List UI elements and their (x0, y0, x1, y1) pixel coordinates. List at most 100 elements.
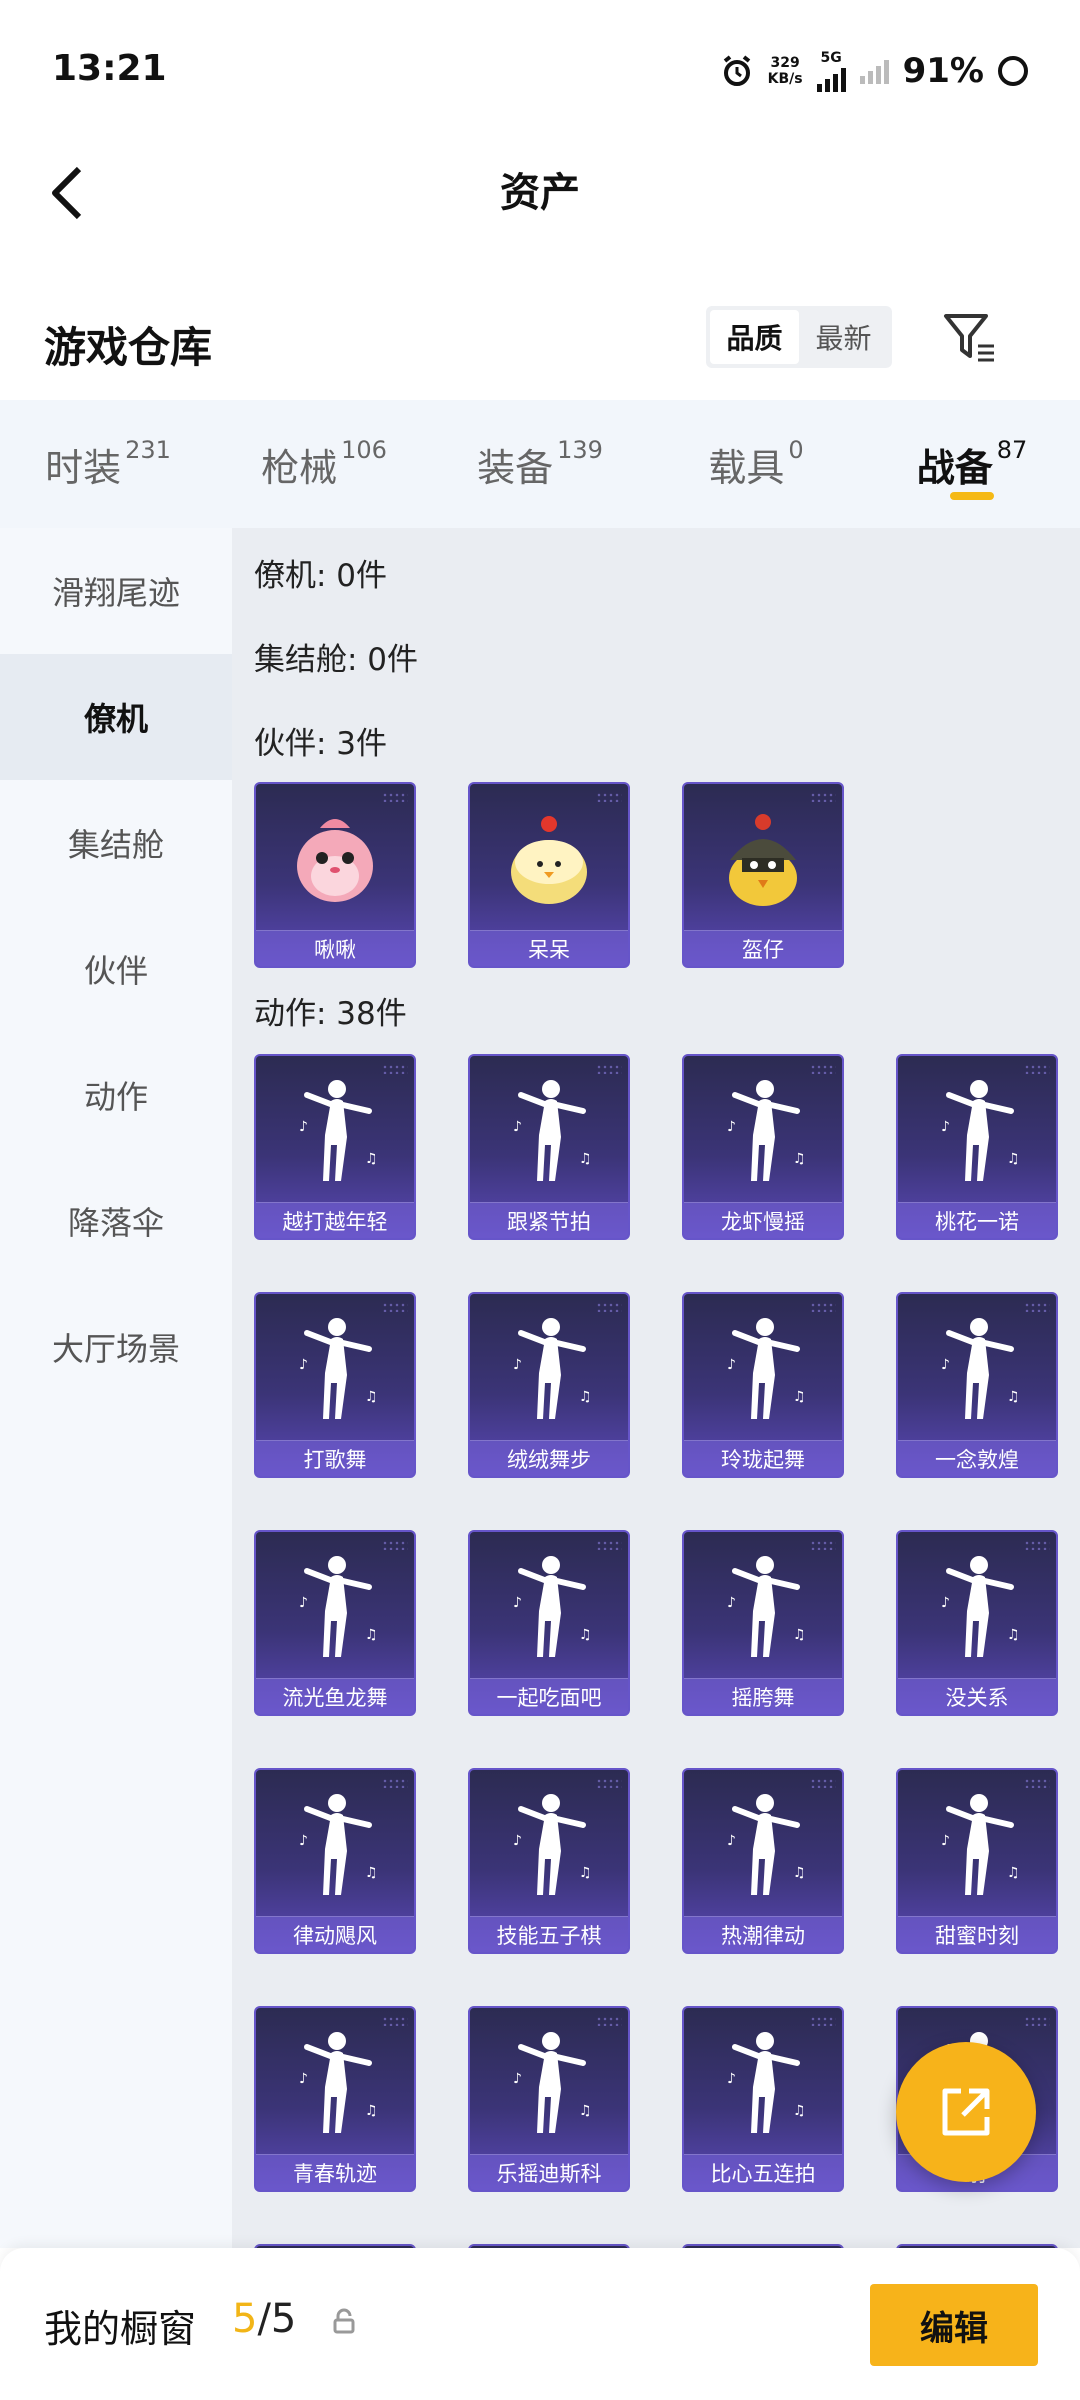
tab-firearms[interactable]: 枪械 106 (216, 400, 432, 528)
action-card[interactable]: ♪ ♫ 没关系 (896, 1530, 1058, 1716)
action-card[interactable]: ♪ ♫ 律动飓风 (254, 1768, 416, 1954)
partner-name: 呆呆 (470, 930, 628, 966)
svg-text:♪: ♪ (513, 2071, 522, 2087)
action-image: ♪♫ (684, 1294, 842, 1444)
sidebar-item-glide-trail[interactable]: 滑翔尾迹 (0, 528, 232, 654)
tab-fashion[interactable]: 时装 231 (0, 400, 216, 528)
dancer-figure-icon: ♪♫ (513, 2032, 592, 2133)
svg-text:♪: ♪ (299, 1357, 308, 1373)
dancer-figure-icon: ♪♫ (727, 1794, 806, 1895)
action-card[interactable]: ♪ ♫ 打歌舞 (254, 1292, 416, 1478)
tab-vehicles[interactable]: 载具 0 (648, 400, 864, 528)
alarm-icon (720, 54, 754, 88)
dancer-figure-icon: ♪♫ (299, 1080, 378, 1181)
action-image: ♪♫ (898, 1770, 1056, 1920)
action-name: 越打越年轻 (256, 1202, 414, 1238)
sort-newest-button[interactable]: 最新 (799, 310, 888, 364)
action-image: ♪♫ (470, 1532, 628, 1682)
svg-text:♪: ♪ (941, 1357, 950, 1373)
svg-text:♫: ♫ (793, 1389, 806, 1405)
content-area: 僚机: 0件 集结舱: 0件 伙伴: 3件 啾啾 呆呆 盔仔 动作: 38件 ♪… (232, 528, 1080, 2248)
action-card[interactable]: ♪ ♫ 龙虾慢摇 (682, 1054, 844, 1240)
action-name: 摇胯舞 (684, 1678, 842, 1714)
action-card[interactable]: ♪ ♫ 一念敦煌 (896, 1292, 1058, 1478)
action-image: ♪♫ (470, 1770, 628, 1920)
action-card[interactable]: ♪ ♫ 技能五子棋 (468, 1768, 630, 1954)
bottom-bar: 我的橱窗 5/5 编辑 (0, 2248, 1080, 2400)
svg-text:♪: ♪ (727, 1357, 736, 1373)
svg-text:♪: ♪ (299, 2071, 308, 2087)
action-name: 技能五子棋 (470, 1916, 628, 1952)
action-card[interactable]: ♪ ♫ 流光鱼龙舞 (254, 1530, 416, 1716)
action-name: 比心五连拍 (684, 2154, 842, 2190)
action-image: ♪♫ (684, 2008, 842, 2158)
action-name: 一起吃面吧 (470, 1678, 628, 1714)
section-action-label: 动作: 38件 (254, 996, 407, 1032)
action-card[interactable]: ♪ ♫ 绒绒舞步 (468, 1292, 630, 1478)
action-card[interactable]: ♪ ♫ 越打越年轻 (254, 1054, 416, 1240)
showcase-count: 5/5 (232, 2296, 297, 2342)
share-button[interactable] (896, 2042, 1036, 2182)
dancer-figure-icon: ♪♫ (727, 2032, 806, 2133)
svg-text:♫: ♫ (793, 2103, 806, 2119)
network-type: 5G (816, 50, 846, 92)
svg-text:♫: ♫ (793, 1627, 806, 1643)
svg-text:♫: ♫ (793, 1865, 806, 1881)
svg-text:♫: ♫ (579, 2103, 592, 2119)
svg-text:♪: ♪ (299, 1595, 308, 1611)
action-image: ♪♫ (684, 1770, 842, 1920)
sort-quality-button[interactable]: 品质 (710, 310, 799, 364)
svg-text:♪: ♪ (727, 1595, 736, 1611)
partner-name: 盔仔 (684, 930, 842, 966)
action-name: 打歌舞 (256, 1440, 414, 1476)
action-name: 玲珑起舞 (684, 1440, 842, 1476)
tab-equipment[interactable]: 装备 139 (432, 400, 648, 528)
warehouse-title: 游戏仓库 (44, 323, 213, 372)
partner-card[interactable]: 啾啾 (254, 782, 416, 968)
signal-icon (816, 66, 846, 92)
sidebar-item-lobby-scene[interactable]: 大厅场景 (0, 1284, 232, 1410)
action-name: 龙虾慢摇 (684, 1202, 842, 1238)
svg-text:♫: ♫ (793, 1151, 806, 1167)
svg-text:♫: ♫ (579, 1151, 592, 1167)
action-card[interactable]: ♪ ♫ 玲珑起舞 (682, 1292, 844, 1478)
page-title: 资产 (500, 170, 580, 216)
action-card[interactable]: ♪ ♫ 乐摇迪斯科 (468, 2006, 630, 2192)
action-name: 桃花一诺 (898, 1202, 1056, 1238)
sidebar-item-parachute[interactable]: 降落伞 (0, 1158, 232, 1284)
action-image: ♪♫ (898, 1532, 1056, 1682)
svg-text:♪: ♪ (727, 1119, 736, 1135)
tab-battle-prep[interactable]: 战备 87 (864, 400, 1080, 528)
action-card[interactable]: ♪ ♫ 比心五连拍 (682, 2006, 844, 2192)
title-bar: 资产 (0, 140, 1080, 250)
svg-text:♫: ♫ (1007, 1865, 1020, 1881)
action-card[interactable]: ♪ ♫ 桃花一诺 (896, 1054, 1058, 1240)
action-card[interactable]: ♪ ♫ 甜蜜时刻 (896, 1768, 1058, 1954)
action-image: ♪♫ (470, 2008, 628, 2158)
section-rally-label: 集结舱: 0件 (254, 642, 419, 678)
partner-card[interactable]: 呆呆 (468, 782, 630, 968)
edit-button[interactable]: 编辑 (870, 2284, 1038, 2366)
action-name: 热潮律动 (684, 1916, 842, 1952)
dancer-figure-icon: ♪♫ (513, 1318, 592, 1419)
dancer-figure-icon: ♪♫ (727, 1318, 806, 1419)
action-image: ♪♫ (898, 1294, 1056, 1444)
action-card[interactable]: ♪ ♫ 一起吃面吧 (468, 1530, 630, 1716)
action-card[interactable]: ♪ ♫ 摇胯舞 (682, 1530, 844, 1716)
filter-button[interactable] (940, 310, 1000, 366)
sidebar-item-partner[interactable]: 伙伴 (0, 906, 232, 1032)
lock-icon (332, 2308, 356, 2334)
partner-card[interactable]: 盔仔 (682, 782, 844, 968)
action-card[interactable]: ♪ ♫ 青春轨迹 (254, 2006, 416, 2192)
sidebar-item-action[interactable]: 动作 (0, 1032, 232, 1158)
action-image: ♪♫ (684, 1056, 842, 1206)
action-name: 青春轨迹 (256, 2154, 414, 2190)
sidebar-item-rally-pod[interactable]: 集结舱 (0, 780, 232, 906)
action-card[interactable]: ♪ ♫ 跟紧节拍 (468, 1054, 630, 1240)
action-card[interactable]: ♪ ♫ 热潮律动 (682, 1768, 844, 1954)
dancer-figure-icon: ♪♫ (299, 1556, 378, 1657)
sidebar-item-wingman[interactable]: 僚机 (0, 654, 232, 780)
svg-text:♫: ♫ (579, 1865, 592, 1881)
dancer-figure-icon: ♪♫ (941, 1794, 1020, 1895)
status-icons: 329 KB/s 5G 91% (720, 50, 1028, 92)
